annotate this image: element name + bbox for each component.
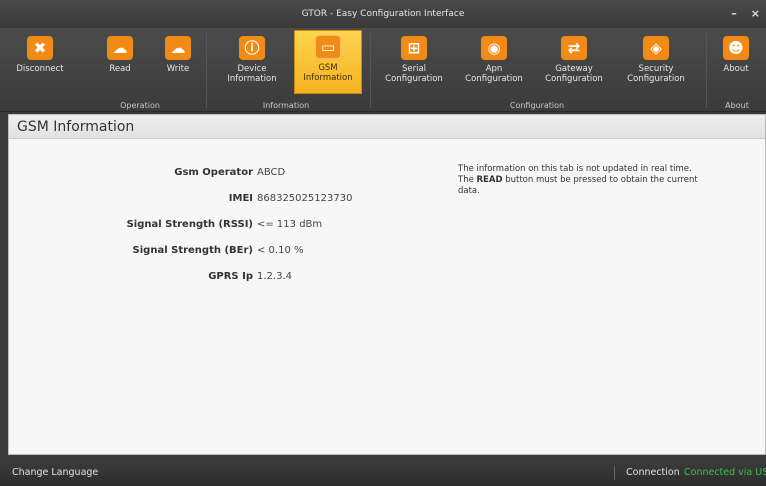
gateway-configuration-label: Gateway Configuration bbox=[545, 64, 603, 84]
cloud-download-icon: ☁ bbox=[107, 36, 133, 60]
field-signal-rssi: Signal Strength (RSSI) <= 113 dBm bbox=[9, 219, 766, 235]
panel-title: GSM Information bbox=[9, 115, 765, 139]
ribbon-group-about: ☻ About About bbox=[708, 28, 766, 112]
field-label: Gsm Operator bbox=[174, 167, 253, 178]
field-value: < 0.10 % bbox=[257, 245, 304, 256]
apn-configuration-label: Apn Configuration bbox=[465, 64, 523, 84]
change-language-link[interactable]: Change Language bbox=[12, 460, 98, 486]
read-button[interactable]: ☁ Read bbox=[92, 32, 148, 94]
gsm-information-button[interactable]: ▭ GSM Information bbox=[294, 30, 362, 94]
ribbon-separator bbox=[370, 32, 371, 108]
device-information-button[interactable]: ⓘ Device Information bbox=[224, 32, 280, 94]
field-value: 868325025123730 bbox=[257, 193, 353, 204]
close-button[interactable]: × bbox=[751, 0, 760, 28]
network-icon: ⊞ bbox=[401, 36, 427, 60]
field-value: ABCD bbox=[257, 167, 286, 178]
app-window: GTOR - Easy Configuration Interface – × … bbox=[0, 0, 766, 486]
cloud-upload-icon: ☁ bbox=[165, 36, 191, 60]
apn-configuration-button[interactable]: ◉ Apn Configuration bbox=[458, 32, 530, 94]
write-label: Write bbox=[166, 64, 190, 74]
serial-configuration-label: Serial Configuration bbox=[385, 64, 443, 84]
group-label-information: Information bbox=[262, 101, 310, 110]
gsm-information-panel: GSM Information Gsm Operator ABCD IMEI 8… bbox=[8, 114, 766, 455]
gsm-information-label: GSM Information bbox=[303, 63, 353, 83]
field-signal-ber: Signal Strength (BEr) < 0.10 % bbox=[9, 245, 766, 261]
shield-icon: ◈ bbox=[643, 36, 669, 60]
disconnect-icon: ✖ bbox=[27, 36, 53, 60]
field-label: Signal Strength (BEr) bbox=[132, 245, 253, 256]
about-label: About bbox=[723, 64, 749, 74]
ribbon-separator bbox=[206, 32, 207, 108]
security-configuration-label: Security Configuration bbox=[627, 64, 685, 84]
gateway-icon: ⇄ bbox=[561, 36, 587, 60]
ribbon-toolbar: ✖ Disconnect ☁ Read ☁ Write Operation ⓘ … bbox=[0, 28, 766, 112]
note-text-bold: READ bbox=[476, 175, 503, 185]
connection-status: Connected via USB bbox=[684, 467, 766, 478]
field-value: <= 113 dBm bbox=[257, 219, 323, 230]
group-label-configuration: Configuration bbox=[509, 101, 565, 110]
write-button[interactable]: ☁ Write bbox=[150, 32, 206, 94]
field-gprs-ip: GPRS Ip 1.2.3.4 bbox=[9, 271, 766, 287]
globe-icon: ◉ bbox=[481, 36, 507, 60]
gateway-configuration-button[interactable]: ⇄ Gateway Configuration bbox=[538, 32, 610, 94]
ribbon-separator bbox=[706, 32, 707, 108]
security-configuration-button[interactable]: ◈ Security Configuration bbox=[618, 32, 694, 94]
connection-label: Connection bbox=[626, 467, 680, 478]
disconnect-label: Disconnect bbox=[16, 64, 64, 74]
info-note: The information on this tab is not updat… bbox=[458, 164, 708, 197]
field-label: GPRS Ip bbox=[208, 271, 253, 282]
status-bar: Change Language Connection Connected via… bbox=[0, 460, 766, 486]
ribbon-group-configuration: ⊞ Serial Configuration ◉ Apn Configurati… bbox=[372, 28, 702, 112]
disconnect-button[interactable]: ✖ Disconnect bbox=[12, 32, 68, 94]
device-information-label: Device Information bbox=[227, 64, 277, 84]
sim-card-icon: ▭ bbox=[315, 35, 341, 59]
ribbon-group-operation: ✖ Disconnect ☁ Read ☁ Write Operation bbox=[0, 28, 200, 112]
about-button[interactable]: ☻ About bbox=[708, 32, 764, 94]
info-icon: ⓘ bbox=[239, 36, 265, 60]
minimize-button[interactable]: – bbox=[731, 0, 737, 28]
window-title: GTOR - Easy Configuration Interface bbox=[301, 9, 465, 19]
field-value: 1.2.3.4 bbox=[257, 271, 292, 282]
ribbon-group-information: ⓘ Device Information ▭ GSM Information I… bbox=[208, 28, 364, 112]
field-label: IMEI bbox=[228, 193, 253, 204]
group-label-operation: Operation bbox=[120, 101, 160, 110]
read-label: Read bbox=[109, 64, 131, 74]
serial-configuration-button[interactable]: ⊞ Serial Configuration bbox=[378, 32, 450, 94]
field-label: Signal Strength (RSSI) bbox=[126, 219, 253, 230]
group-label-about: About bbox=[725, 101, 749, 110]
title-bar: GTOR - Easy Configuration Interface – × bbox=[0, 0, 766, 28]
status-divider bbox=[614, 466, 615, 480]
users-icon: ☻ bbox=[723, 36, 749, 60]
